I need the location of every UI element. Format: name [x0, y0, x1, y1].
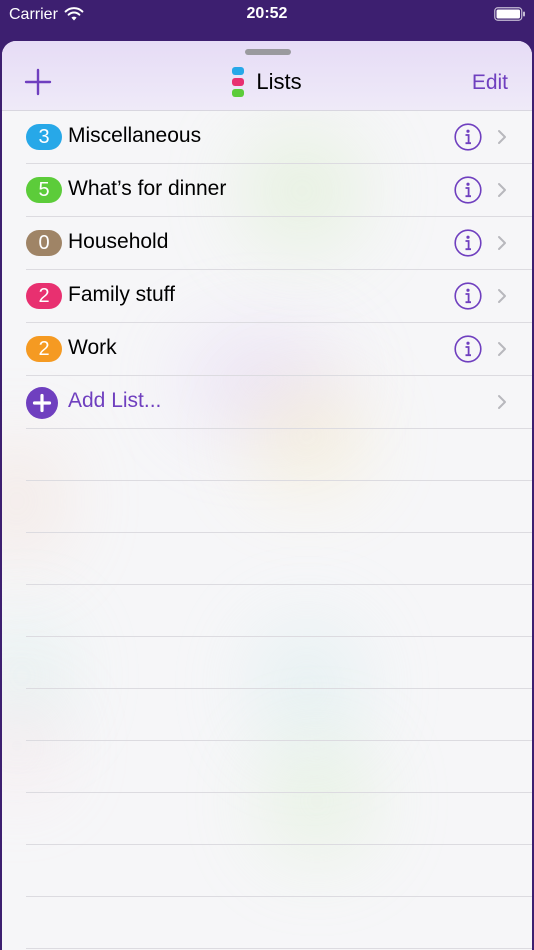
navigation-bar: Lists Edit [2, 41, 532, 111]
list-item[interactable]: 3 Miscellaneous [26, 111, 532, 164]
info-icon[interactable] [454, 176, 482, 204]
count-badge: 0 [26, 230, 62, 256]
empty-row [26, 637, 532, 689]
count-badge: 3 [26, 124, 62, 150]
lists-sheet: Lists Edit 3 Miscellaneous 5 What’s for … [2, 41, 532, 950]
empty-row [26, 897, 532, 949]
list-name: Work [68, 336, 117, 359]
clock: 20:52 [246, 5, 288, 22]
chevron-right-icon [498, 342, 506, 356]
chevron-right-icon [498, 289, 506, 303]
empty-row [26, 533, 532, 585]
list-item[interactable]: 0 Household [26, 217, 532, 270]
chevron-right-icon [498, 130, 506, 144]
lists-table: 3 Miscellaneous 5 What’s for dinner 0 Ho… [2, 111, 532, 949]
list-name: What’s for dinner [68, 177, 227, 200]
empty-row [26, 585, 532, 637]
empty-row [26, 429, 532, 481]
chevron-right-icon [498, 183, 506, 197]
status-bar: Carrier 20:52 [0, 0, 534, 40]
count-badge: 2 [26, 336, 62, 362]
info-icon[interactable] [454, 229, 482, 257]
page-title: Lists [256, 69, 302, 94]
count-badge: 2 [26, 283, 62, 309]
chevron-right-icon [498, 395, 506, 409]
list-item[interactable]: 2 Work [26, 323, 532, 376]
list-item[interactable]: 2 Family stuff [26, 270, 532, 323]
list-item[interactable]: 5 What’s for dinner [26, 164, 532, 217]
nav-title-group: Lists [2, 67, 532, 102]
empty-row [26, 481, 532, 533]
battery-icon [494, 7, 525, 21]
count-badge: 5 [26, 177, 62, 203]
add-list-label: Add List... [68, 389, 162, 412]
info-icon[interactable] [454, 123, 482, 151]
info-icon[interactable] [454, 335, 482, 363]
list-name: Miscellaneous [68, 124, 202, 147]
sheet-grabber[interactable] [245, 49, 291, 55]
empty-row [26, 793, 532, 845]
empty-row [26, 741, 532, 793]
empty-row [26, 689, 532, 741]
info-icon[interactable] [454, 282, 482, 310]
lists-logo-icon [232, 67, 245, 97]
plus-circle-icon [26, 387, 58, 419]
edit-button[interactable]: Edit [472, 71, 508, 95]
list-name: Household [68, 230, 169, 253]
add-list-row[interactable]: Add List... [26, 376, 532, 429]
chevron-right-icon [498, 236, 506, 250]
list-name: Family stuff [68, 283, 175, 306]
empty-row [26, 845, 532, 897]
